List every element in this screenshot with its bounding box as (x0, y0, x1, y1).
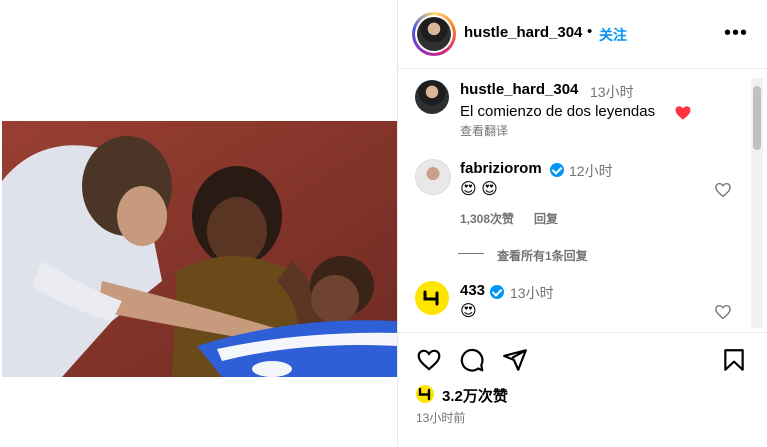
share-icon[interactable] (502, 347, 528, 373)
comment-avatar-fabriziorom[interactable] (415, 159, 451, 195)
post-actions: 3.2万次赞 13小时前 (398, 332, 767, 447)
heart-icon[interactable] (416, 347, 442, 373)
view-replies-link[interactable]: 查看所有1条回复 (497, 247, 588, 264)
view-replies-line (458, 253, 484, 254)
follow-button[interactable]: 关注 (599, 25, 627, 45)
red-heart-emoji-icon (675, 106, 691, 120)
instagram-post-modal: hustle_hard_304 • 关注 ••• hustle_hard_304… (0, 0, 767, 446)
likes-count[interactable]: 3.2万次赞 (442, 385, 508, 406)
comment-text: 😍 (460, 303, 477, 320)
caption-username[interactable]: hustle_hard_304 (460, 81, 578, 98)
433-logo-icon (418, 387, 431, 401)
comment-time[interactable]: 13小时 (510, 283, 554, 303)
photo-illustration (2, 121, 397, 377)
caption-avatar[interactable] (415, 80, 449, 114)
comment-username[interactable]: 433 (460, 282, 485, 299)
header-separator: • (587, 23, 593, 40)
comment-time[interactable]: 12小时 (569, 161, 613, 181)
caption-text: El comienzo de dos leyendas (460, 103, 656, 120)
details-pane: hustle_hard_304 • 关注 ••• hustle_hard_304… (397, 0, 767, 446)
comments-scrollbar[interactable] (751, 78, 763, 328)
post-photo[interactable] (2, 121, 397, 377)
see-translation-link[interactable]: 查看翻译 (460, 122, 508, 139)
author-avatar[interactable] (412, 12, 456, 56)
comments-section: hustle_hard_304 13小时 El comienzo de dos … (398, 69, 767, 331)
post-timestamp[interactable]: 13小时前 (416, 409, 465, 426)
author-username[interactable]: hustle_hard_304 (464, 24, 582, 41)
verified-badge-icon (490, 285, 504, 299)
bookmark-icon[interactable] (721, 347, 747, 373)
scrollbar-thumb[interactable] (753, 86, 761, 150)
media-pane (0, 0, 397, 446)
liker-avatar-433[interactable] (416, 385, 434, 403)
more-options-icon[interactable]: ••• (724, 22, 748, 45)
433-logo-icon (423, 290, 439, 306)
caption-time[interactable]: 13小时 (590, 82, 634, 102)
reply-button[interactable]: 回复 (534, 210, 558, 227)
comment-like-heart-icon[interactable] (714, 181, 732, 199)
verified-badge-icon (550, 163, 564, 177)
post-header: hustle_hard_304 • 关注 ••• (398, 0, 767, 69)
comment-likes[interactable]: 1,308次赞 (460, 210, 514, 227)
comment-avatar-433[interactable] (415, 281, 449, 315)
comment-like-heart-icon[interactable] (714, 303, 732, 321)
comment-username[interactable]: fabriziorom (460, 160, 542, 177)
comment-text: 😍 😍 (460, 181, 498, 198)
comment-icon[interactable] (459, 347, 485, 373)
